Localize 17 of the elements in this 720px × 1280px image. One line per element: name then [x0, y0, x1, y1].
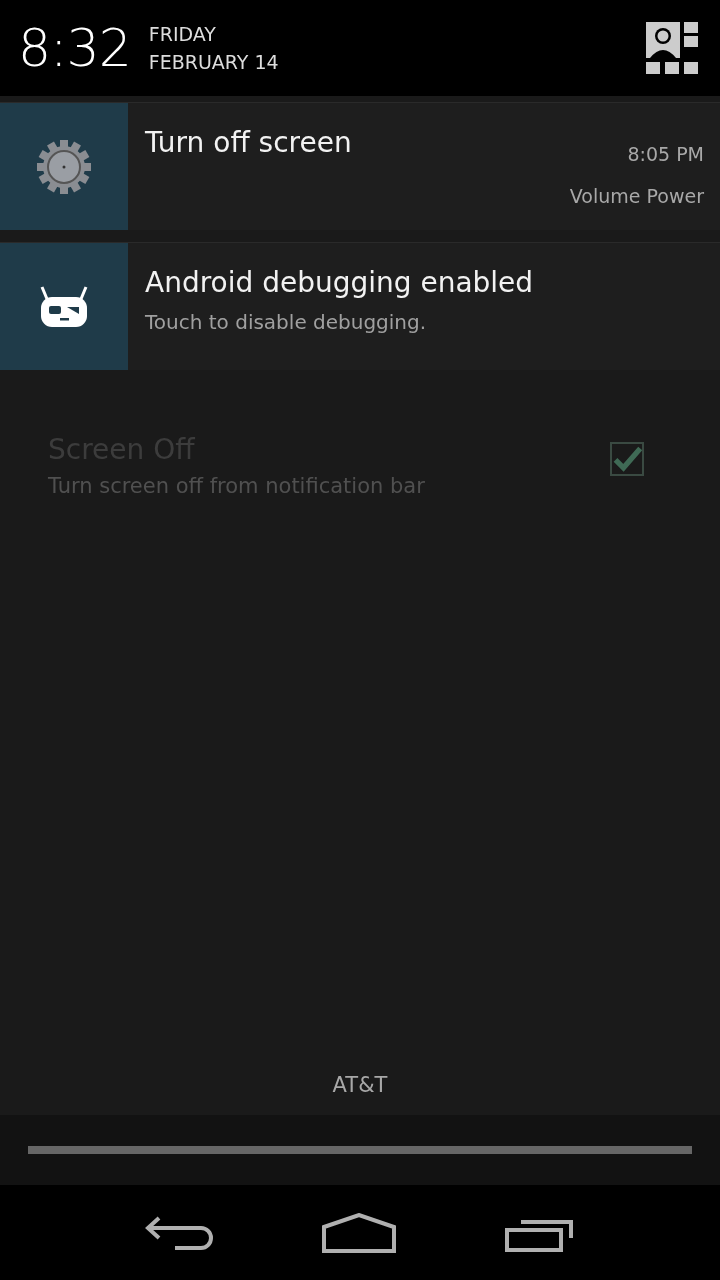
notification[interactable]: Android debugging enabled Touch to disable debugging. [0, 242, 720, 370]
notification[interactable]: Turn off screen 8:05 PM Volume Power [0, 102, 720, 230]
clock-time: 8:32 [18, 22, 131, 74]
notification-title: Turn off screen [145, 125, 353, 161]
notification-app: Volume Power [569, 184, 704, 209]
drag-handle[interactable] [28, 1146, 692, 1154]
notification-time: 8:05 PM [626, 142, 704, 167]
notification-text: Touch to disable debugging. [145, 309, 428, 336]
date-label: FEBRUARY 14 [148, 50, 279, 75]
gear-icon [37, 139, 91, 194]
notification-title: Android debugging enabled [145, 265, 535, 301]
home-icon[interactable] [322, 1212, 396, 1253]
user-profile-icon[interactable] [646, 22, 698, 74]
day-label: FRIDAY [148, 22, 217, 47]
robot-icon [39, 284, 89, 329]
checkbox[interactable] [610, 442, 644, 476]
carrier-label: AT&T [331, 1071, 389, 1099]
